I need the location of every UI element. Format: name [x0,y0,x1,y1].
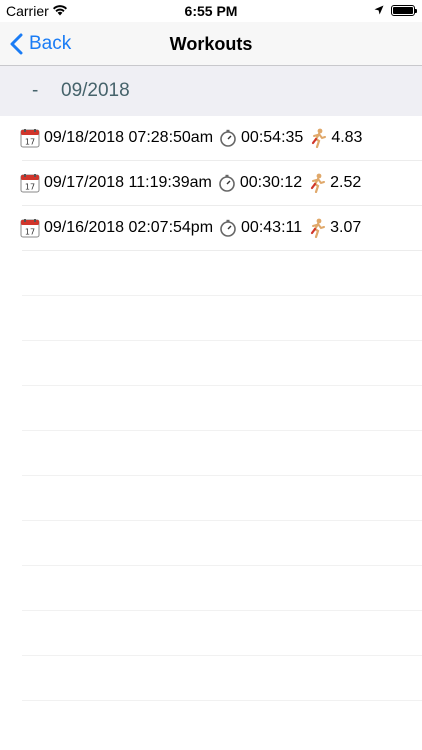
empty-row-separator [22,521,422,566]
svg-text:17: 17 [25,183,35,192]
workout-duration: 00:43:11 [241,219,303,236]
empty-row-separator [22,431,422,476]
section-month: 09/2018 [61,80,130,101]
month-section-header[interactable]: - 09/2018 [0,66,422,116]
status-time: 6:55 PM [184,3,238,19]
runner-icon [311,218,326,238]
workout-row[interactable]: 17 09/17/2018 11:19:39am 00:30:12 2.52 [0,161,422,206]
workout-datetime: 09/18/2018 07:28:50am [44,129,214,146]
empty-table-separators [22,251,422,701]
workout-distance: 4.83 [331,129,363,146]
empty-row-separator [22,251,422,296]
workout-distance: 2.52 [330,174,362,191]
calendar-icon: 17 [20,219,40,238]
svg-text:17: 17 [25,228,35,237]
workout-duration: 00:30:12 [239,174,303,191]
runner-icon [312,128,327,148]
empty-row-separator [22,341,422,386]
stopwatch-icon [219,174,235,192]
runner-icon [311,173,326,193]
status-bar: Carrier 6:55 PM [0,0,422,22]
empty-row-separator [22,296,422,341]
stopwatch-icon [220,219,236,237]
collapse-indicator: - [32,80,39,101]
location-arrow-icon [374,5,384,15]
empty-row-separator [22,656,422,701]
workout-distance: 3.07 [330,219,362,236]
svg-text:17: 17 [25,138,35,147]
calendar-icon: 17 [20,129,40,148]
workout-datetime: 09/17/2018 11:19:39am [44,174,212,191]
empty-row-separator [22,611,422,656]
workout-datetime: 09/16/2018 02:07:54pm [44,219,214,236]
empty-row-separator [22,566,422,611]
calendar-icon: 17 [20,174,40,193]
page-title: Workouts [169,34,253,54]
navigation-bar: Back Workouts [0,22,422,66]
empty-row-separator [22,386,422,431]
workout-row[interactable]: 17 09/18/2018 07:28:50am 00:54:35 4.83 [0,116,422,161]
stopwatch-icon [220,129,236,147]
battery-icon [391,5,417,16]
empty-row-separator [22,476,422,521]
workout-row[interactable]: 17 09/16/2018 02:07:54pm 00:43:11 3.07 [0,206,422,251]
workout-duration: 00:54:35 [241,129,304,146]
workout-list: 17 09/18/2018 07:28:50am 00:54:35 4.83 1… [0,116,422,251]
